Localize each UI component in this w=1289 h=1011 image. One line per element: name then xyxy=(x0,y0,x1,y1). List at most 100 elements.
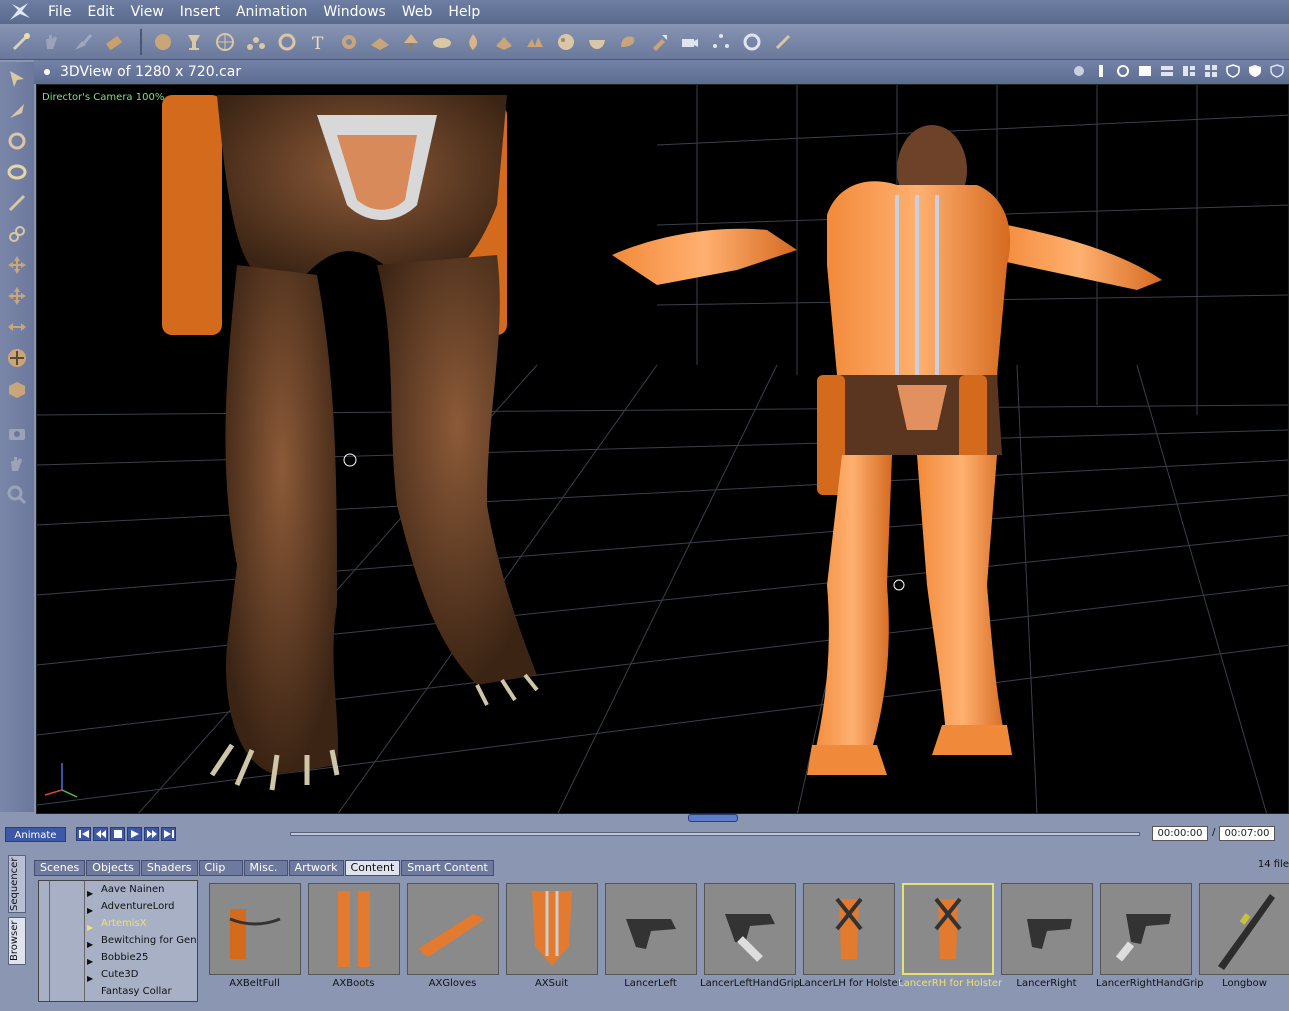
shield-icon[interactable] xyxy=(1225,63,1241,79)
end-time-field[interactable]: 00:07:00 xyxy=(1219,826,1275,841)
thumbnail-item-selected[interactable]: LancerRH for Holster xyxy=(898,883,1002,989)
menu-animation[interactable]: Animation xyxy=(228,4,315,20)
select-arrow-icon[interactable] xyxy=(3,65,31,93)
timeline-track[interactable] xyxy=(290,832,1140,836)
tab-objects[interactable]: Objects xyxy=(86,860,140,876)
sphere-icon[interactable] xyxy=(150,29,176,55)
layout-split-icon[interactable] xyxy=(1159,63,1175,79)
wand-tool-icon[interactable] xyxy=(8,29,34,55)
move-xyz-icon[interactable] xyxy=(3,251,31,279)
twist-icon[interactable] xyxy=(3,158,31,186)
disc-icon[interactable] xyxy=(739,29,765,55)
pan-hand-icon[interactable] xyxy=(3,450,31,478)
go-start-icon[interactable] xyxy=(76,827,91,841)
cloud-icon[interactable] xyxy=(429,29,455,55)
grass-icon[interactable] xyxy=(522,29,548,55)
thumbnail-item[interactable]: AXSuit xyxy=(502,883,601,989)
tab-misc[interactable]: Misc. xyxy=(243,860,288,876)
rewind-icon[interactable] xyxy=(93,827,108,841)
menu-file[interactable]: File xyxy=(40,4,79,20)
fast-forward-icon[interactable] xyxy=(144,827,159,841)
view-menu-icon[interactable] xyxy=(42,67,52,77)
tree-item[interactable]: ▶ Aave Nainen xyxy=(39,881,197,898)
shield-outline-icon[interactable] xyxy=(1269,63,1285,79)
thumbnail-item[interactable]: AXBeltFull xyxy=(205,883,304,989)
stop-icon[interactable] xyxy=(110,827,125,841)
menu-web[interactable]: Web xyxy=(394,4,441,20)
shell-icon[interactable] xyxy=(615,29,641,55)
layout-three-icon[interactable] xyxy=(1181,63,1197,79)
3d-viewport[interactable]: Director's Camera 100% xyxy=(36,84,1289,814)
rock-icon[interactable] xyxy=(553,29,579,55)
thumbnail-item[interactable]: AXBoots xyxy=(304,883,403,989)
brush-tool-icon[interactable] xyxy=(70,29,96,55)
tree-item[interactable]: ▶ Bewitching for Gene xyxy=(39,932,197,949)
zoom-icon[interactable] xyxy=(3,481,31,509)
bowl-icon[interactable] xyxy=(584,29,610,55)
box-icon[interactable] xyxy=(3,375,31,403)
lights-icon[interactable] xyxy=(708,29,734,55)
target-icon[interactable] xyxy=(274,29,300,55)
tab-browser[interactable]: Browser xyxy=(8,917,26,965)
tab-smart-content[interactable]: Smart Content xyxy=(401,860,494,876)
menu-edit[interactable]: Edit xyxy=(79,4,122,20)
menu-insert[interactable]: Insert xyxy=(172,4,228,20)
thumbnail-item[interactable]: AXGloves xyxy=(403,883,502,989)
shield-solid-icon[interactable] xyxy=(1247,63,1263,79)
tree-icon[interactable] xyxy=(398,29,424,55)
cursor-icon[interactable] xyxy=(646,29,672,55)
tab-clip[interactable]: Clip xyxy=(198,860,243,876)
terrain-icon[interactable] xyxy=(367,29,393,55)
rotate-icon[interactable] xyxy=(3,127,31,155)
folder-tree[interactable]: ▶ Aave Nainen ▶ AdventureLord ▶ ArtemisX ▶ B… xyxy=(38,880,198,1002)
pen-icon[interactable] xyxy=(3,189,31,217)
plants-icon[interactable] xyxy=(491,29,517,55)
gear-icon[interactable] xyxy=(336,29,362,55)
go-end-icon[interactable] xyxy=(161,827,176,841)
tree-item[interactable]: ▶ Bobbie25 xyxy=(39,949,197,966)
animate-button[interactable]: Animate xyxy=(5,827,66,842)
tree-item[interactable]: Fantasy Collar xyxy=(39,983,197,1000)
thumbnail-item[interactable]: LancerLeft xyxy=(601,883,700,989)
gloves-thumbnail-icon xyxy=(406,883,499,975)
thumbnail-item[interactable]: Longbow xyxy=(1195,883,1289,989)
move-horizontal-icon[interactable] xyxy=(3,313,31,341)
tree-item[interactable]: ▶ Cute3D xyxy=(39,966,197,983)
cup-icon[interactable] xyxy=(181,29,207,55)
menu-windows[interactable]: Windows xyxy=(315,4,394,20)
camera-view-icon[interactable] xyxy=(3,419,31,447)
tab-shaders[interactable]: Shaders xyxy=(140,860,198,876)
pin-icon[interactable] xyxy=(1093,63,1109,79)
globe-icon[interactable] xyxy=(212,29,238,55)
bone-icon[interactable] xyxy=(770,29,796,55)
thumbnail-item[interactable]: LancerRight xyxy=(997,883,1096,989)
render-mode-icon[interactable] xyxy=(1071,63,1087,79)
tab-scenes[interactable]: Scenes xyxy=(34,860,86,876)
panel-resize-handle[interactable] xyxy=(688,814,738,822)
camera-icon[interactable] xyxy=(677,29,703,55)
navigate-icon[interactable] xyxy=(1115,63,1131,79)
bones-icon[interactable] xyxy=(243,29,269,55)
thumbnail-item[interactable]: LancerLeftHandGrip xyxy=(700,883,800,989)
current-time-field[interactable]: 00:00:00 xyxy=(1152,826,1208,841)
menu-help[interactable]: Help xyxy=(440,4,488,20)
move-arrow-icon[interactable] xyxy=(3,96,31,124)
tab-content[interactable]: Content xyxy=(344,860,401,876)
tab-sequencer[interactable]: Sequencer xyxy=(8,855,26,913)
tree-item-selected[interactable]: ▶ ArtemisX xyxy=(39,915,197,932)
hand-tool-icon[interactable] xyxy=(39,29,65,55)
fire-icon[interactable] xyxy=(460,29,486,55)
play-icon[interactable] xyxy=(127,827,142,841)
layout-quad-icon[interactable] xyxy=(1203,63,1219,79)
tree-item[interactable]: ▶ AdventureLord xyxy=(39,898,197,915)
menu-view[interactable]: View xyxy=(123,4,172,20)
thumbnail-item[interactable]: LancerLH for Holster xyxy=(799,883,902,989)
move-all-icon[interactable] xyxy=(3,344,31,372)
tab-artwork[interactable]: Artwork xyxy=(288,860,344,876)
move-plane-icon[interactable] xyxy=(3,282,31,310)
layout-single-icon[interactable] xyxy=(1137,63,1153,79)
chain-icon[interactable] xyxy=(3,220,31,248)
thumbnail-item[interactable]: LancerRightHandGrip xyxy=(1096,883,1203,989)
eraser-tool-icon[interactable] xyxy=(101,29,127,55)
text-tool-icon[interactable]: T xyxy=(305,29,331,55)
